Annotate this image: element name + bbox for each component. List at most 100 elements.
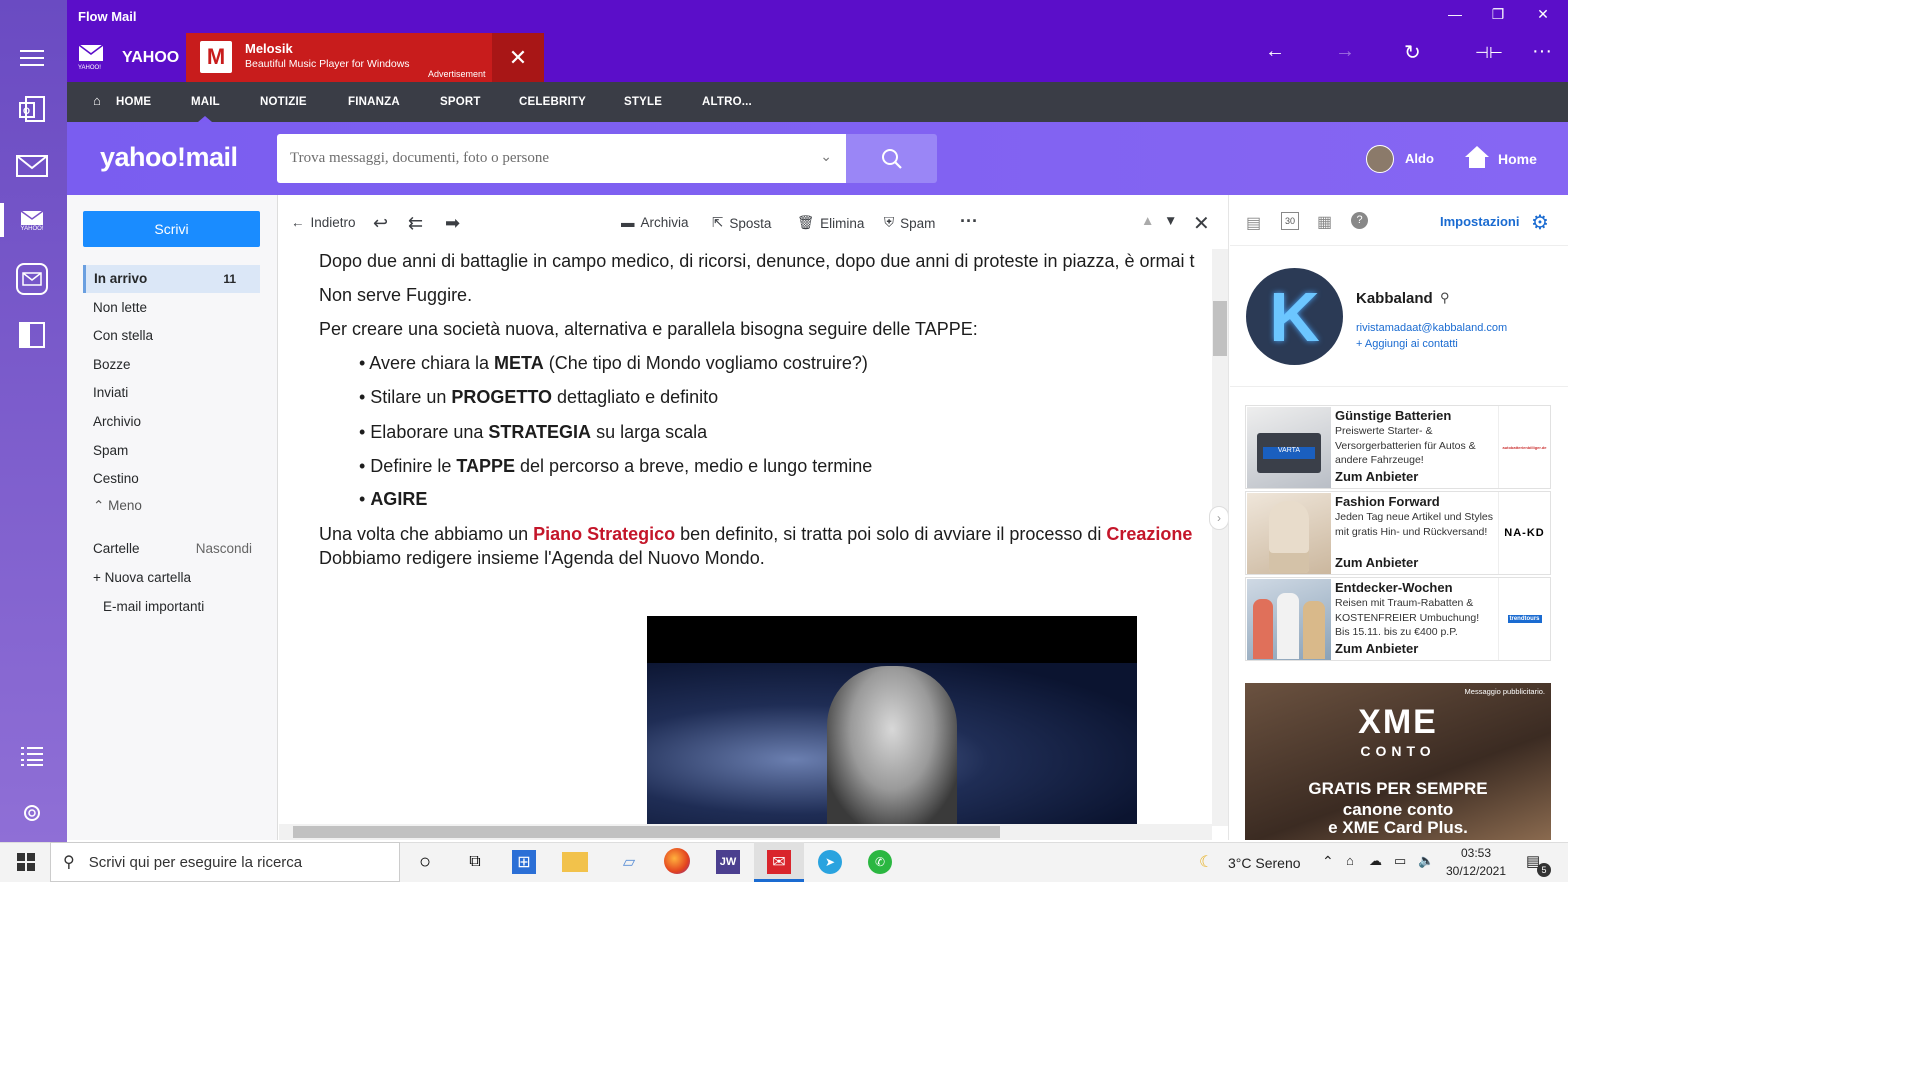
- new-folder-button[interactable]: + Nuova cartella: [83, 564, 260, 592]
- reply-icon[interactable]: ↩: [373, 213, 388, 234]
- nav-notizie[interactable]: NOTIZIE: [260, 96, 307, 108]
- settings-gear-icon[interactable]: ⚙: [1531, 210, 1549, 235]
- network-app-icon[interactable]: ▱: [615, 848, 643, 876]
- tray-chevron-icon[interactable]: ⌃: [1322, 853, 1334, 870]
- search-input[interactable]: [277, 134, 777, 183]
- ad-cta[interactable]: Zum Anbieter: [1335, 555, 1418, 570]
- nav-altro[interactable]: ALTRO...: [702, 96, 752, 108]
- nav-style[interactable]: STYLE: [624, 96, 662, 108]
- ad-cta[interactable]: Zum Anbieter: [1335, 469, 1418, 484]
- previous-message-icon[interactable]: ▲: [1141, 213, 1154, 228]
- pin-icon[interactable]: ⊣⊢: [1475, 43, 1503, 63]
- chevron-down-icon[interactable]: ⌄: [820, 148, 832, 165]
- magnifier-icon[interactable]: ⚲: [1440, 290, 1450, 306]
- ad-card[interactable]: Entdecker-Wochen Reisen mit Traum-Rabatt…: [1245, 577, 1551, 661]
- close-window-button[interactable]: ✕: [1528, 6, 1558, 23]
- help-icon[interactable]: ?: [1351, 212, 1368, 229]
- archive-button[interactable]: ▬ Archivia: [621, 215, 689, 230]
- ad-card[interactable]: VARTA Günstige Batterien Preiswerte Star…: [1245, 405, 1551, 489]
- notepad-icon[interactable]: ▦: [1317, 212, 1332, 232]
- next-message-icon[interactable]: ▼: [1164, 213, 1177, 228]
- compose-button[interactable]: Scrivi: [83, 211, 260, 247]
- ad-card[interactable]: Fashion Forward Jeden Tag neue Artikel u…: [1245, 491, 1551, 575]
- nav-mail[interactable]: MAIL: [191, 96, 220, 108]
- maximize-button[interactable]: ❐: [1483, 6, 1513, 23]
- settings-gear-icon[interactable]: [14, 795, 50, 831]
- user-name[interactable]: Aldo: [1405, 151, 1434, 166]
- mail-app-icon[interactable]: [14, 261, 50, 297]
- contact-email[interactable]: rivistamadaat@kabbaland.com: [1356, 322, 1507, 334]
- forward-arrow-icon[interactable]: →: [1335, 40, 1355, 63]
- list-icon[interactable]: [14, 738, 50, 774]
- more-options-icon[interactable]: ···: [1532, 40, 1552, 63]
- hide-folders-link[interactable]: Nascondi: [196, 535, 252, 563]
- less-toggle[interactable]: ⌃ Meno: [83, 492, 260, 520]
- folder-unread[interactable]: Non lette: [83, 294, 260, 322]
- minimize-button[interactable]: —: [1440, 6, 1470, 22]
- clock-date[interactable]: 30/12/2021: [1443, 864, 1509, 878]
- contact-card-icon[interactable]: ▤: [1246, 213, 1261, 233]
- nav-finanza[interactable]: FINANZA: [348, 96, 400, 108]
- hscroll-thumb[interactable]: [293, 826, 1000, 838]
- usb-icon[interactable]: ⌂: [1346, 853, 1354, 868]
- delete-button[interactable]: 🗑 Elimina: [797, 215, 864, 231]
- folder-spam[interactable]: Spam: [83, 437, 260, 465]
- more-actions-icon[interactable]: ···: [960, 211, 978, 232]
- scroll-thumb[interactable]: [1213, 301, 1227, 356]
- folder-inbox[interactable]: In arrivo 11: [83, 265, 260, 293]
- refresh-icon[interactable]: ↻: [1404, 40, 1421, 65]
- yahoo-label[interactable]: YAHOO: [122, 49, 179, 67]
- nav-celebrity[interactable]: CELEBRITY: [519, 96, 586, 108]
- calendar-icon[interactable]: 30: [1281, 212, 1299, 230]
- move-button[interactable]: ⇱ Sposta: [712, 215, 771, 231]
- yahoo-mail-icon[interactable]: YAHOO!: [14, 203, 50, 239]
- volume-icon[interactable]: 🔈: [1418, 853, 1434, 869]
- back-arrow-icon[interactable]: ←: [1265, 40, 1285, 63]
- menu-icon[interactable]: [14, 40, 50, 76]
- folder-sent[interactable]: Inviati: [83, 379, 260, 407]
- taskbar-search[interactable]: ⚲ Scrivi qui per eseguire la ricerca: [50, 842, 400, 882]
- task-view-icon[interactable]: ⧉: [461, 848, 489, 876]
- whatsapp-icon[interactable]: ✆: [868, 850, 892, 874]
- cortana-icon[interactable]: ○: [411, 848, 439, 876]
- add-contact-link[interactable]: + Aggiungi ai contatti: [1356, 338, 1458, 350]
- clock-time[interactable]: 03:53: [1446, 846, 1506, 860]
- settings-link[interactable]: Impostazioni: [1440, 214, 1519, 229]
- embedded-video-image[interactable]: [647, 616, 1137, 824]
- folder-archive[interactable]: Archivio: [83, 408, 260, 436]
- ad-banner[interactable]: M Melosik Beautiful Music Player for Win…: [186, 33, 544, 82]
- home-link[interactable]: Home: [1498, 151, 1537, 167]
- weather-text[interactable]: 3°C Sereno: [1228, 855, 1301, 871]
- ad-cta[interactable]: Zum Anbieter: [1335, 641, 1418, 656]
- folder-starred[interactable]: Con stella: [83, 322, 260, 350]
- windows-start-icon[interactable]: [12, 848, 40, 876]
- back-button[interactable]: ← Indietro: [291, 215, 356, 230]
- outlook-icon[interactable]: O: [14, 91, 50, 127]
- search-button[interactable]: [846, 134, 937, 183]
- close-message-icon[interactable]: ✕: [1193, 211, 1210, 236]
- panel-toggle-icon[interactable]: [14, 317, 50, 353]
- nav-sport[interactable]: SPORT: [440, 96, 481, 108]
- reply-all-icon[interactable]: ⇇: [408, 213, 423, 234]
- ad-close-icon[interactable]: ✕: [492, 33, 544, 82]
- telegram-icon[interactable]: ➤: [818, 850, 842, 874]
- nav-home[interactable]: HOME: [116, 96, 151, 108]
- file-explorer-icon[interactable]: [562, 852, 588, 872]
- horizontal-scrollbar[interactable]: [279, 824, 1212, 840]
- avatar[interactable]: [1366, 145, 1394, 173]
- folder-important[interactable]: E-mail importanti: [83, 593, 260, 621]
- forward-icon[interactable]: ➡: [445, 213, 460, 234]
- onedrive-icon[interactable]: ☁: [1369, 853, 1382, 869]
- home-icon[interactable]: [1464, 145, 1490, 174]
- flow-mail-icon[interactable]: ✉: [767, 850, 791, 874]
- vertical-scrollbar[interactable]: [1212, 249, 1228, 826]
- gmail-icon[interactable]: [14, 148, 50, 184]
- yahoo-mail-logo[interactable]: yahoo!mail: [100, 142, 238, 173]
- spam-button[interactable]: ⛨ Spam: [884, 215, 935, 231]
- jw-library-icon[interactable]: JW: [716, 850, 740, 874]
- folder-trash[interactable]: Cestino: [83, 465, 260, 493]
- store-icon[interactable]: ⊞: [512, 850, 536, 874]
- battery-icon[interactable]: ▭: [1394, 853, 1406, 869]
- yahoo-tile[interactable]: YAHOO!: [78, 44, 104, 71]
- collapse-panel-icon[interactable]: ›: [1209, 506, 1229, 530]
